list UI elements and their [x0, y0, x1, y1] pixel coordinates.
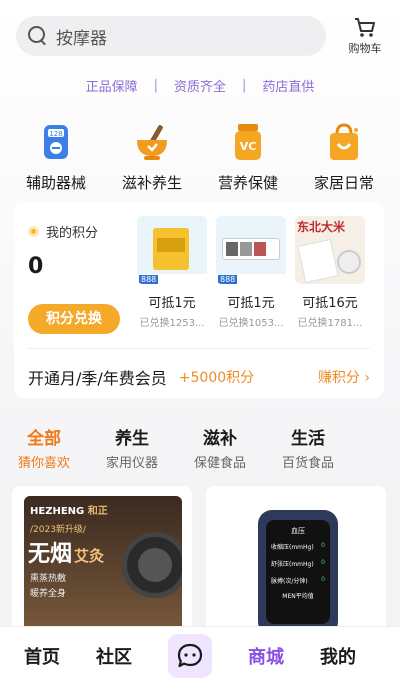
header: 按摩器 购物车 — [16, 14, 388, 58]
product-redeemed: 已兑换1053... — [218, 318, 284, 329]
product-card[interactable]: 血压 收缩压(mmHg) 0 舒张压(mmHg) 0 脉搏(次/分钟) 0 MEN平均… — [206, 486, 386, 636]
brand-name: HEZHENG — [30, 506, 85, 517]
category-row: 128 辅助器械 滋补养生 VC 营养保健 家居日常 — [8, 122, 392, 193]
tab-sublabel: 猜你喜欢 — [17, 456, 70, 471]
nav-mall[interactable]: 商城 — [248, 643, 284, 669]
screen-value: 0 — [321, 542, 325, 549]
screen-row: 舒张压(mmHg) — [271, 561, 314, 568]
product-card[interactable]: HEZHENG 和正 /2023新升级/ 无烟 艾灸 熏蒸热敷 暖养全身 — [12, 486, 192, 636]
product-image: 888 — [137, 216, 207, 284]
shopping-bag-icon — [330, 123, 358, 160]
medical-device-icon: 128 — [44, 125, 68, 159]
category-tonic[interactable]: 滋补养生 — [104, 122, 200, 193]
points-product[interactable]: 东北大米 可抵16元 已兑换1781... — [294, 216, 366, 329]
category-household[interactable]: 家居日常 — [296, 122, 392, 193]
chat-button[interactable] — [168, 633, 212, 678]
points-product[interactable]: 888 可抵1元 已兑换1253... — [136, 216, 208, 329]
guarantee-bar: 正品保障 | 资质齐全 | 药店直供 — [0, 76, 400, 95]
points-value: 0 — [28, 254, 44, 279]
guarantee-qualified: 资质齐全 — [173, 80, 226, 95]
search-icon — [28, 26, 48, 46]
screen-value: 0 — [321, 559, 325, 566]
product-image: 东北大米 — [295, 216, 365, 284]
category-label: 家居日常 — [313, 174, 374, 192]
membership-bonus: +5000积分 — [178, 370, 255, 386]
product-price: 可抵1元 — [227, 296, 275, 311]
category-label: 辅助器械 — [25, 174, 86, 192]
coin-icon — [28, 226, 39, 237]
cart-button[interactable]: 购物车 — [342, 17, 388, 56]
tab-label: 养生 — [115, 429, 149, 449]
device-badge: 128 — [49, 130, 62, 138]
points-product[interactable]: 888 可抵1元 已兑换1053... — [215, 216, 287, 329]
tab-label: 全部 — [27, 429, 61, 449]
my-points: 我的积分 — [28, 222, 98, 241]
product-tabs: 全部 猜你喜欢 养生 家用仪器 滋补 保健食品 生活 百货食品 — [0, 424, 400, 471]
screen-value: 0 — [321, 576, 325, 583]
points-card: 我的积分 0 积分兑换 888 可抵1元 已兑换1253... 888 可抵1元… — [14, 202, 384, 398]
divider: | — [242, 78, 247, 93]
card-feature: 熏蒸热敷 — [30, 574, 67, 584]
product-image: 血压 收缩压(mmHg) 0 舒张压(mmHg) 0 脉搏(次/分钟) 0 MEN平均… — [258, 510, 338, 636]
product-image: 888 — [216, 216, 286, 284]
card-feature: 暖养全身 — [30, 589, 67, 599]
points-label: 我的积分 — [46, 226, 99, 241]
product-banner: 东北大米 — [297, 220, 346, 234]
product-image: HEZHENG 和正 /2023新升级/ 无烟 艾灸 熏蒸热敷 暖养全身 — [24, 496, 182, 636]
card-title: 无烟 — [28, 542, 73, 567]
tab-health[interactable]: 养生 家用仪器 — [88, 424, 176, 471]
product-tag: 888 — [218, 275, 238, 284]
redeem-points-button[interactable]: 积分兑换 — [28, 304, 120, 334]
tab-sublabel: 百货食品 — [281, 456, 334, 471]
product-tag: 888 — [139, 275, 159, 284]
cart-icon — [355, 17, 375, 37]
bottom-nav: 首页 社区 商城 我的 — [0, 626, 400, 684]
tab-sublabel: 保健食品 — [193, 456, 246, 471]
screen-row: MEN平均值 — [282, 593, 314, 600]
tab-all[interactable]: 全部 猜你喜欢 — [0, 424, 88, 471]
nav-mine[interactable]: 我的 — [320, 643, 356, 669]
search-placeholder: 按摩器 — [56, 28, 107, 49]
mortar-bowl-icon — [137, 125, 167, 160]
guarantee-genuine: 正品保障 — [85, 80, 138, 95]
screen-row: 收缩压(mmHg) — [271, 544, 314, 551]
product-redeemed: 已兑换1781... — [297, 318, 363, 329]
membership-title: 开通月/季/年费会员 — [28, 369, 167, 388]
guarantee-pharmacy: 药店直供 — [262, 80, 315, 95]
tab-label: 滋补 — [203, 429, 237, 449]
chat-bubble-icon — [177, 643, 203, 667]
nav-community[interactable]: 社区 — [96, 643, 132, 669]
screen-row: 脉搏(次/分钟) — [271, 578, 308, 585]
category-label: 滋补养生 — [121, 174, 182, 192]
cart-label: 购物车 — [348, 41, 382, 55]
category-medical-devices[interactable]: 128 辅助器械 — [8, 122, 104, 193]
search-input[interactable]: 按摩器 — [16, 16, 326, 56]
vitamin-badge: VC — [240, 140, 257, 153]
product-price: 可抵16元 — [302, 296, 358, 311]
nav-home[interactable]: 首页 — [24, 643, 60, 669]
divider: | — [153, 78, 158, 93]
tab-tonic[interactable]: 滋补 保健食品 — [176, 424, 264, 471]
category-nutrition[interactable]: VC 营养保健 — [200, 122, 296, 193]
tab-life[interactable]: 生活 百货食品 — [264, 424, 352, 471]
earn-points-link[interactable]: 赚积分 › — [318, 367, 370, 387]
tab-label: 生活 — [291, 429, 325, 449]
membership-row[interactable]: 开通月/季/年费会员 +5000积分 赚积分 › — [28, 348, 370, 389]
product-redeemed: 已兑换1253... — [139, 318, 205, 329]
category-label: 营养保健 — [217, 174, 278, 192]
upgrade-tag: /2023新升级/ — [30, 525, 86, 535]
vitamin-bottle-icon: VC — [235, 124, 261, 160]
screen-title: 血压 — [291, 527, 305, 535]
card-title-2: 艾灸 — [74, 547, 105, 565]
product-price: 可抵1元 — [148, 296, 196, 311]
tab-sublabel: 家用仪器 — [105, 456, 158, 471]
brand-name-cn: 和正 — [87, 506, 108, 517]
